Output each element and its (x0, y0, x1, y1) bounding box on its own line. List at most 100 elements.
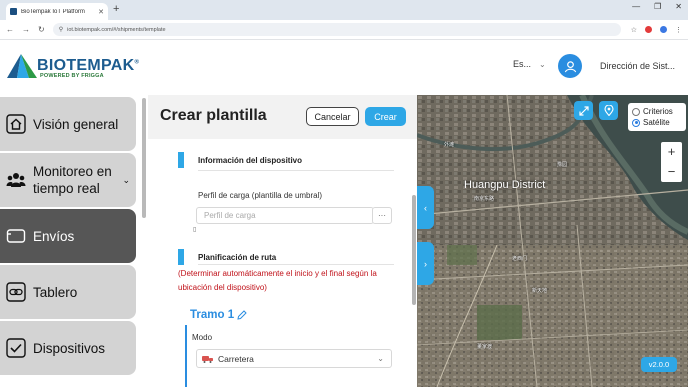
avatar[interactable] (558, 54, 582, 78)
location-pin-icon (603, 105, 614, 116)
url-field[interactable]: ⚲ iot.biotempak.com/#/shipments/template (52, 23, 621, 36)
divider (198, 170, 394, 171)
chevron-down-icon: ⌄ (122, 174, 130, 185)
sidebar-item-label: Envíos (33, 228, 75, 244)
expand-icon (578, 105, 589, 116)
biotempak-logo-icon (7, 54, 37, 78)
section-marker (178, 249, 184, 265)
load-profile-label: Perfil de carga (plantilla de umbral) (198, 191, 323, 200)
section-marker (178, 152, 184, 168)
divider (198, 264, 394, 265)
check-icon (6, 338, 26, 358)
route-section-title: Planificación de ruta (198, 253, 277, 262)
layer-switcher: Criterios Satélite (628, 103, 686, 131)
create-button[interactable]: Crear (365, 107, 406, 126)
maximize-icon[interactable]: ❐ (654, 2, 661, 11)
link-icon (6, 282, 26, 302)
load-profile-placeholder: Perfil de carga (204, 211, 256, 220)
extension-icon[interactable] (645, 26, 652, 33)
layer-option-satellite[interactable]: Satélite (632, 117, 682, 128)
segment-title: Tramo 1 (190, 309, 247, 321)
layer-option-label: Satélite (643, 118, 670, 127)
box-icon (6, 229, 26, 243)
lock-icon: ⚲ (58, 27, 64, 33)
chevron-down-icon: ⌄ (539, 59, 546, 69)
url-text: iot.biotempak.com/#/shipments/template (67, 26, 166, 33)
edit-pencil-icon[interactable] (237, 310, 247, 320)
brand-tagline: POWERED BY FRIGGA (40, 73, 104, 79)
template-form-panel: Crear plantilla Cancelar Crear Informaci… (148, 95, 417, 387)
chevron-down-icon: ⌄ (377, 354, 384, 363)
profile-icon[interactable] (660, 26, 667, 33)
location-button[interactable] (599, 101, 618, 120)
minimize-icon[interactable]: — (632, 2, 640, 11)
app-header: BIOTEMPAK® POWERED BY FRIGGA Es... ⌄ Dir… (0, 40, 688, 95)
resize-handle-icon: ▯ (193, 227, 197, 233)
load-profile-select[interactable]: Perfil de carga (196, 207, 374, 224)
radio-checked[interactable] (632, 118, 640, 127)
browser-tab-bar: BioTempak IoT Platform ✕ + — ❐ ✕ (0, 0, 688, 20)
truck-icon (202, 355, 213, 363)
satellite-map[interactable]: 外滩 豫园 南京东路 老西门 新天地 董家渡 Huangpu District … (417, 95, 688, 387)
language-value: Es... (513, 59, 532, 69)
layer-option-label: Criterios (643, 107, 673, 116)
panel-header: Crear plantilla Cancelar Crear (148, 95, 417, 139)
tab-close-icon[interactable]: ✕ (98, 8, 104, 16)
satellite-imagery (417, 95, 688, 387)
layer-option-criteria[interactable]: Criterios (632, 106, 682, 117)
fullscreen-button[interactable] (574, 101, 593, 120)
sidebar-item-devices[interactable]: Dispositivos (0, 321, 136, 375)
sidebar-item-overview[interactable]: Visión general (0, 97, 136, 151)
window-close-icon[interactable]: ✕ (675, 2, 682, 11)
map-place-label: 老西门 (512, 256, 528, 262)
star-icon[interactable]: ☆ (631, 26, 637, 34)
user-name[interactable]: Dirección de Sist... (600, 61, 675, 71)
sidebar-item-label: Tablero (33, 284, 78, 300)
sidebar-item-dashboard[interactable]: Tablero (0, 265, 136, 319)
cancel-button[interactable]: Cancelar (306, 107, 359, 126)
language-select[interactable]: Es... ⌄ (513, 59, 546, 69)
radio-unchecked[interactable] (632, 107, 640, 116)
zoom-out-button[interactable]: − (668, 162, 676, 182)
mode-select[interactable]: Carretera ⌄ (196, 349, 392, 368)
collapse-panel-button[interactable]: ‹ (417, 186, 434, 229)
reload-icon[interactable]: ↻ (38, 25, 45, 34)
people-icon (6, 173, 26, 187)
sidebar-item-realtime-monitoring[interactable]: Monitoreo en tiempo real ⌄ (0, 153, 136, 207)
chevron-left-icon: ‹ (424, 202, 427, 213)
segment-bar (185, 325, 187, 387)
menu-icon[interactable]: ⋮ (675, 26, 682, 34)
load-profile-more-button[interactable]: ··· (372, 207, 392, 224)
home-icon (6, 114, 26, 134)
sidebar-scrollbar[interactable] (142, 98, 146, 218)
page-title: Crear plantilla (160, 107, 267, 124)
segment-label: Tramo 1 (190, 309, 235, 321)
route-auto-note: (Determinar automáticamente el inicio y … (178, 269, 377, 292)
user-icon (564, 60, 576, 72)
favicon-icon (10, 8, 17, 15)
chevron-right-icon: › (424, 258, 427, 269)
sidebar-item-label: Monitoreo en tiempo real (33, 164, 112, 196)
mode-label: Modo (192, 333, 213, 342)
sidebar: Visión general Monitoreo en tiempo real … (0, 95, 147, 387)
sidebar-item-label: Dispositivos (33, 340, 106, 356)
address-bar-row: ← → ↻ ⚲ iot.biotempak.com/#/shipments/te… (0, 20, 688, 40)
version-badge: v2.0.0 (641, 357, 677, 372)
window-controls: — ❐ ✕ (632, 2, 682, 11)
device-section-title: Información del dispositivo (198, 156, 303, 165)
mode-value: Carretera (218, 353, 254, 364)
new-tab-button[interactable]: + (113, 3, 119, 15)
forward-icon[interactable]: → (22, 25, 30, 34)
map-place-label: 董家渡 (477, 344, 493, 350)
expand-panel-button[interactable]: › (417, 242, 434, 285)
district-label: Huangpu District (464, 179, 546, 191)
back-icon[interactable]: ← (6, 25, 14, 34)
panel-scrollbar[interactable] (412, 195, 416, 305)
browser-tab[interactable]: BioTempak IoT Platform ✕ (6, 3, 108, 20)
sidebar-item-shipments[interactable]: Envíos (0, 209, 136, 263)
zoom-in-button[interactable]: + (668, 142, 676, 162)
map-place-label: 南京东路 (474, 196, 495, 202)
map-place-label: 豫园 (557, 162, 568, 168)
sidebar-item-label: Visión general (33, 116, 119, 132)
tab-title: BioTempak IoT Platform (21, 8, 85, 15)
